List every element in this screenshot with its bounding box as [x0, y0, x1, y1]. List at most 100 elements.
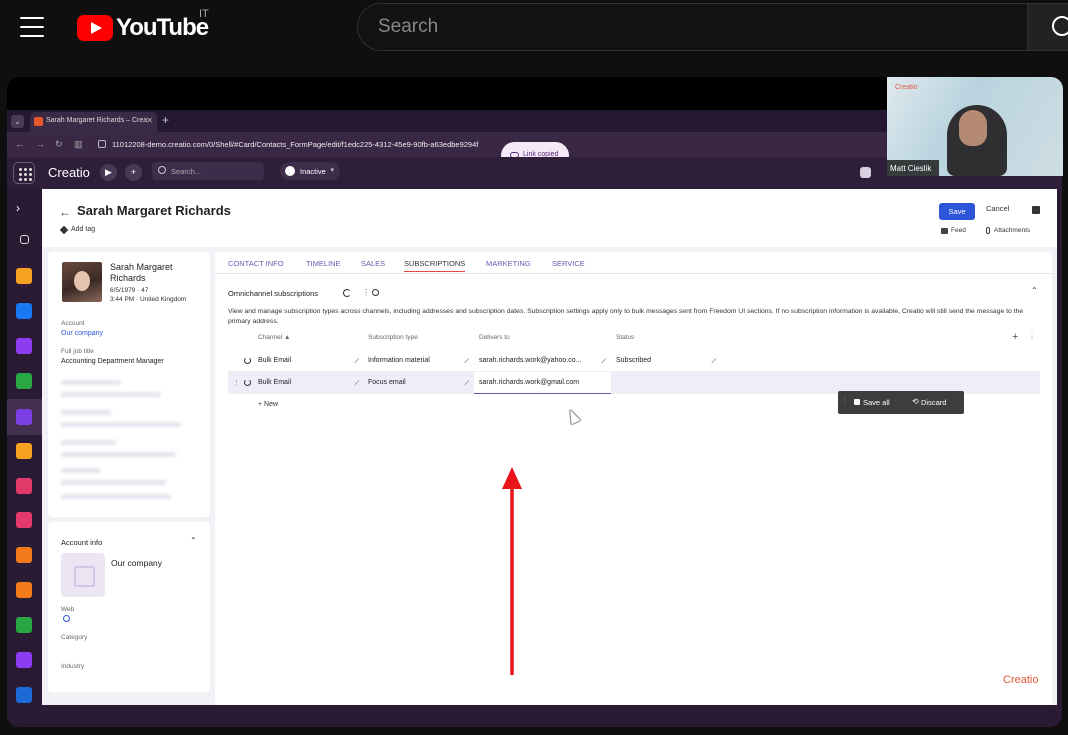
- collapse-chevron-icon[interactable]: ⌃: [190, 536, 197, 545]
- save-button[interactable]: Save: [939, 203, 975, 220]
- cell-channel[interactable]: Bulk Email: [258, 357, 291, 364]
- expand-sidebar-icon[interactable]: ›: [16, 201, 32, 217]
- drag-handle-icon[interactable]: ⋮: [842, 397, 848, 404]
- campaign-icon[interactable]: [16, 687, 32, 703]
- search-button[interactable]: [1027, 3, 1068, 51]
- back-arrow-icon[interactable]: ←: [59, 205, 71, 219]
- section-icon-4[interactable]: [16, 478, 32, 494]
- drag-handle-icon[interactable]: ⋮: [233, 379, 240, 387]
- edit-icon[interactable]: [707, 354, 717, 364]
- blurred-field: [61, 440, 116, 445]
- section-icon-5[interactable]: [16, 512, 32, 528]
- column-header-delivers-to[interactable]: Delivers to: [479, 334, 510, 341]
- cell-subscription-type[interactable]: Information material: [368, 357, 430, 364]
- cell-delivers-to[interactable]: sarah.richards.work@gmail.com: [479, 379, 579, 386]
- cell-status[interactable]: Subscribed: [616, 357, 651, 364]
- column-header-channel[interactable]: Channel ▲: [258, 334, 290, 341]
- new-row-label: New: [264, 401, 279, 408]
- job-title-value[interactable]: Accounting Department Manager: [61, 358, 164, 365]
- section-icon-6[interactable]: [16, 547, 32, 563]
- account-link[interactable]: Our company: [61, 330, 103, 337]
- tab-service[interactable]: SERVICE: [552, 259, 585, 268]
- section-icon-3[interactable]: [16, 443, 32, 459]
- attachments-button[interactable]: Attachments: [985, 227, 1030, 234]
- inline-save-bar: ⋮ Save all Discard: [838, 391, 964, 414]
- blurred-field: [61, 380, 121, 385]
- add-record-button[interactable]: +: [125, 164, 142, 181]
- back-nav-icon[interactable]: ←: [15, 139, 24, 149]
- discard-button[interactable]: Discard: [912, 397, 946, 407]
- lock-icon[interactable]: [1032, 206, 1040, 214]
- tab-timeline[interactable]: TIMELINE: [306, 259, 341, 268]
- grid-options-icon[interactable]: ⋮: [1028, 332, 1036, 341]
- delivers-to-edit-field[interactable]: sarah.richards.work@gmail.com: [474, 372, 611, 394]
- column-header-subscription-type[interactable]: Subscription type: [368, 334, 418, 341]
- globe-icon[interactable]: [63, 615, 70, 622]
- youtube-logo-text: YouTube: [116, 14, 209, 41]
- feed-icon: [941, 228, 948, 234]
- users-icon[interactable]: [860, 167, 871, 178]
- edit-icon[interactable]: [350, 354, 360, 364]
- add-tag-button[interactable]: Add tag: [59, 225, 95, 235]
- run-process-button[interactable]: ▶: [100, 164, 117, 181]
- new-tab-icon[interactable]: +: [162, 113, 169, 127]
- facebook-icon[interactable]: [16, 303, 32, 319]
- cell-delivers-to[interactable]: sarah.richards.work@yahoo.co...: [479, 357, 581, 364]
- url-field[interactable]: 11012208-demo.creatio.com/0/Shell/#Card/…: [94, 136, 494, 153]
- status-dropdown[interactable]: Inactive ▾: [280, 162, 340, 180]
- search-input[interactable]: Search: [357, 3, 1027, 51]
- main-panel: CONTACT INFO TIMELINE SALES SUBSCRIPTION…: [215, 252, 1052, 705]
- contacts-section-icon[interactable]: [7, 399, 42, 435]
- edit-icon[interactable]: [597, 354, 607, 364]
- undo-icon[interactable]: [244, 379, 251, 386]
- tab-list-dropdown[interactable]: ⌄: [11, 115, 24, 128]
- dashboards-icon[interactable]: [20, 235, 29, 244]
- tab-sales[interactable]: SALES: [361, 259, 385, 268]
- menu-icon[interactable]: [20, 17, 44, 37]
- creatio-favicon-icon: [34, 117, 43, 126]
- add-column-icon[interactable]: +: [1012, 331, 1018, 343]
- tab-marketing[interactable]: MARKETING: [486, 259, 531, 268]
- forward-nav-icon[interactable]: →: [36, 139, 45, 149]
- blurred-field: [61, 494, 171, 499]
- email-icon[interactable]: [16, 582, 32, 598]
- creatio-logo[interactable]: Creatio: [48, 165, 90, 180]
- refresh-icon[interactable]: [343, 289, 351, 297]
- edit-icon[interactable]: [460, 376, 470, 386]
- contact-name: Sarah Margaret Richards: [110, 262, 173, 283]
- tab-contact-info[interactable]: CONTACT INFO: [228, 259, 284, 268]
- company-name[interactable]: Our company: [111, 558, 162, 568]
- section-icon-7[interactable]: [16, 652, 32, 668]
- site-info-icon[interactable]: [98, 140, 106, 148]
- more-options-icon[interactable]: ⋮: [362, 288, 370, 297]
- section-icon-2[interactable]: [16, 373, 32, 389]
- table-row[interactable]: Bulk Email Information material sarah.ri…: [228, 350, 1040, 372]
- section-icon-1[interactable]: [16, 268, 32, 284]
- edit-icon[interactable]: [460, 354, 470, 364]
- browser-window: ⌄ Sarah Margaret Richards – Crea ✕ + ← →…: [7, 110, 1062, 727]
- category-label: Category: [61, 634, 88, 641]
- column-header-status[interactable]: Status: [616, 334, 634, 341]
- app-grid-icon[interactable]: [13, 162, 35, 184]
- search-icon[interactable]: [372, 289, 379, 296]
- web-icon[interactable]: [16, 338, 32, 354]
- cancel-button[interactable]: Cancel: [986, 204, 1009, 213]
- location-icon[interactable]: [16, 617, 32, 633]
- feed-label: Feed: [951, 227, 966, 234]
- avatar[interactable]: [62, 262, 102, 302]
- close-tab-icon[interactable]: ✕: [146, 116, 153, 125]
- undo-icon[interactable]: [244, 357, 251, 364]
- browser-tab[interactable]: Sarah Margaret Richards – Crea ✕: [30, 112, 157, 132]
- reload-icon[interactable]: ↻: [55, 139, 63, 150]
- cell-subscription-type[interactable]: Focus email: [368, 379, 406, 386]
- edit-icon[interactable]: [350, 376, 360, 386]
- youtube-logo[interactable]: YouTube: [77, 14, 209, 42]
- feed-button[interactable]: Feed: [941, 227, 966, 234]
- global-search-input[interactable]: Search...: [152, 162, 264, 180]
- cell-channel[interactable]: Bulk Email: [258, 379, 291, 386]
- chevron-up-icon[interactable]: ⌃: [1031, 286, 1038, 295]
- new-row-button[interactable]: + New: [258, 401, 278, 408]
- tab-subscriptions[interactable]: SUBSCRIPTIONS: [404, 259, 466, 272]
- save-all-button[interactable]: Save all: [854, 398, 890, 407]
- sidepanel-icon[interactable]: ▥: [74, 139, 83, 150]
